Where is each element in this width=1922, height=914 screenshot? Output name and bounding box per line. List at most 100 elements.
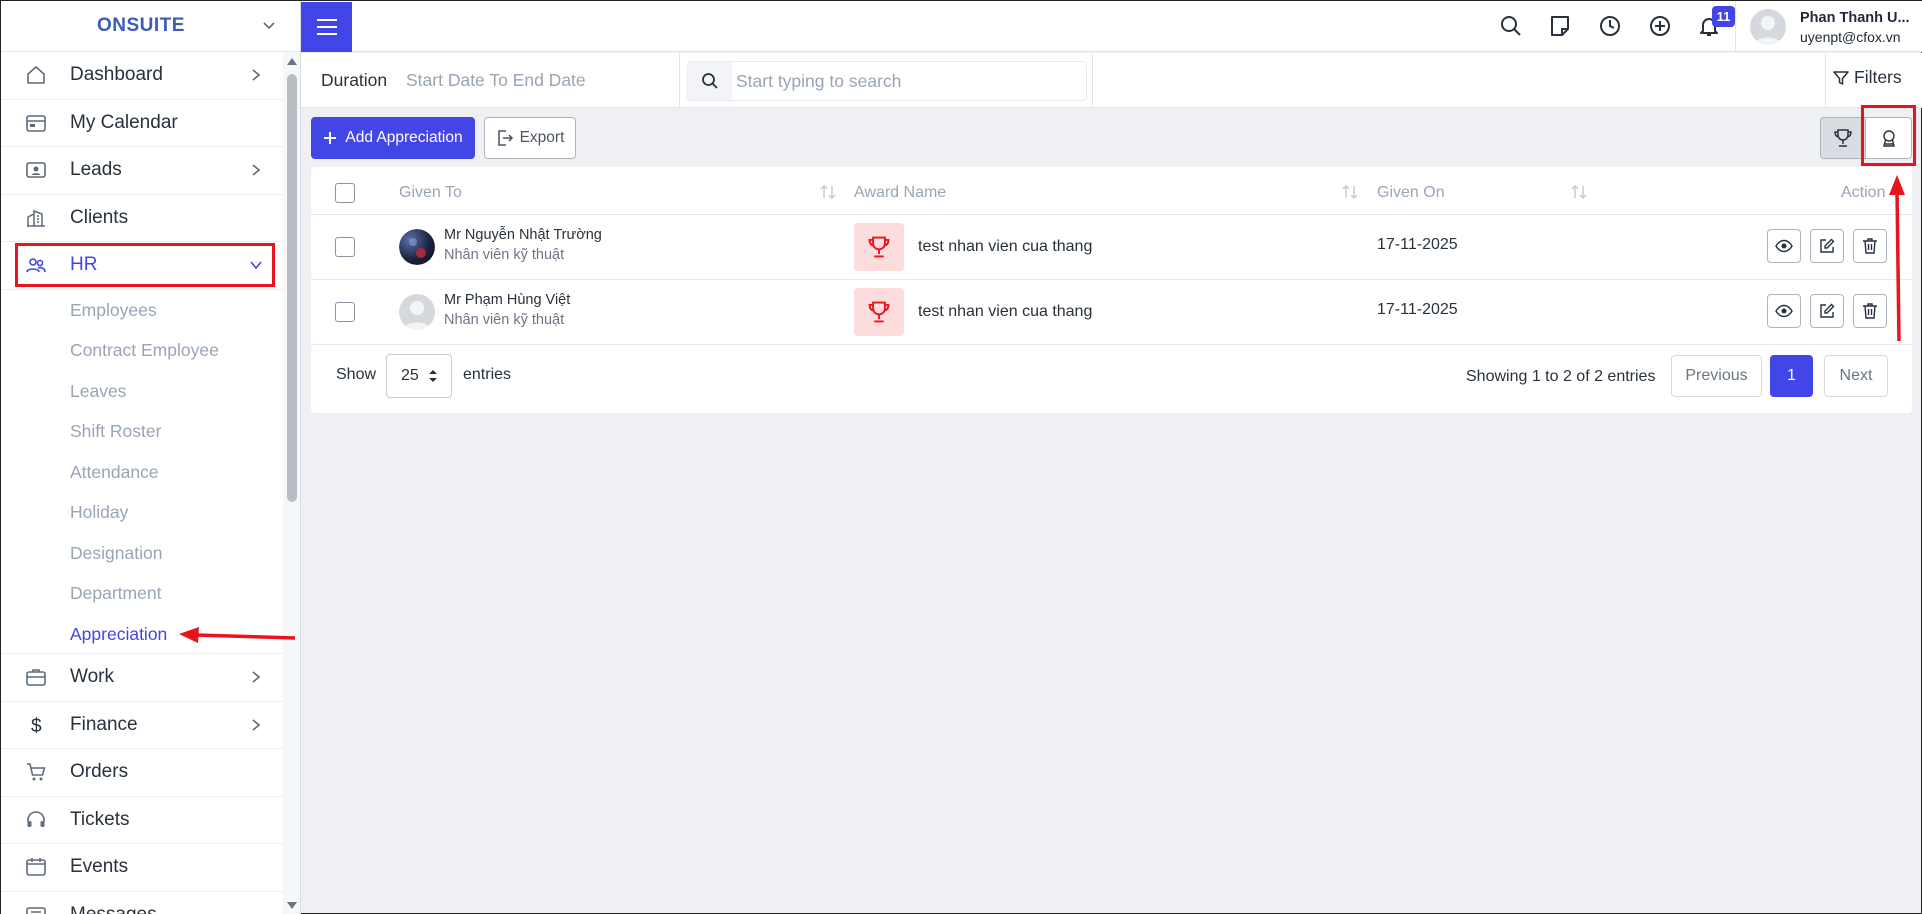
filters-label: Filters [1854,67,1902,87]
sidebar-item-work[interactable]: Work [1,654,283,702]
divider [1092,53,1093,108]
show-label: Show [336,366,377,383]
submenu-item-leaves[interactable]: Leaves [1,371,283,412]
sidebar-item-events[interactable]: Events [1,844,283,892]
add-appreciation-button[interactable]: Add Appreciation [311,117,475,159]
award-name: test nhan vien cua thang [918,303,1093,320]
sidebar: ONSUITE Dashboard My Calendar Leads Clie… [1,1,301,914]
search-icon[interactable] [1499,14,1523,38]
page-number-button[interactable]: 1 [1770,355,1813,397]
page-size-select[interactable]: 25 [386,354,452,398]
previous-page-button[interactable]: Previous [1671,355,1762,397]
sidebar-item-label: HR [70,254,98,276]
given-on-date: 17-11-2025 [1377,236,1458,253]
select-all-checkbox[interactable] [335,183,355,203]
edit-button[interactable] [1810,294,1844,328]
filters-button[interactable]: Filters [1833,67,1902,88]
chevron-right-icon [249,163,263,177]
sort-icon[interactable] [1570,184,1588,200]
sidebar-item-clients[interactable]: Clients [1,195,283,242]
submenu-item-appreciation[interactable]: Appreciation [1,614,283,655]
edit-button[interactable] [1810,229,1844,263]
employee-name[interactable]: Mr Nguyễn Nhật Trường [444,227,602,243]
submenu-item-contract-employee[interactable]: Contract Employee [1,331,283,372]
event-calendar-icon [25,856,47,878]
sidebar-item-messages[interactable]: Messages [1,892,283,914]
submenu-item-holiday[interactable]: Holiday [1,493,283,534]
trophy-icon [866,234,892,260]
brand-header[interactable]: ONSUITE [1,1,300,52]
calendar-icon [25,112,47,134]
view-button[interactable] [1767,229,1801,263]
award-icon-tile [854,288,904,336]
sidebar-scrollbar[interactable] [283,52,300,914]
column-header-award-name[interactable]: Award Name [854,184,946,202]
divider [679,53,680,108]
submenu-item-shift-roster[interactable]: Shift Roster [1,412,283,453]
menu-toggle-button[interactable] [301,2,352,52]
plus-circle-icon[interactable] [1648,14,1672,38]
submenu-item-designation[interactable]: Designation [1,533,283,574]
sidebar-item-dashboard[interactable]: Dashboard [1,52,283,100]
sidebar-item-leads[interactable]: Leads [1,147,283,195]
delete-button[interactable] [1853,294,1887,328]
scroll-down-arrow[interactable] [287,902,297,909]
submenu-item-employees[interactable]: Employees [1,290,283,331]
duration-label: Duration [321,70,388,90]
view-button[interactable] [1767,294,1801,328]
clock-icon[interactable] [1598,14,1622,38]
user-email: uyenpt@cfox.vn [1800,29,1901,45]
next-page-button[interactable]: Next [1824,355,1888,397]
employee-name[interactable]: Mr Phạm Hùng Việt [444,292,570,308]
sort-icon[interactable] [819,184,837,200]
hamburger-icon [316,18,338,36]
avatar[interactable] [399,229,435,265]
sidebar-item-finance[interactable]: $ Finance [1,702,283,749]
hr-submenu: Employees Contract Employee Leaves Shift… [1,290,283,655]
sidebar-item-hr[interactable]: HR [1,242,283,290]
search-box [687,61,1087,101]
sidebar-item-label: My Calendar [70,111,178,133]
sidebar-item-orders[interactable]: Orders [1,749,283,797]
user-name[interactable]: Phan Thanh U... [1800,10,1910,26]
column-header-given-to[interactable]: Given To [399,184,462,202]
sidebar-item-label: Dashboard [70,64,163,86]
sidebar-item-label: Events [70,856,129,878]
award-icon-tile [854,223,904,271]
search-input[interactable] [736,62,1076,100]
award-name: test nhan vien cua thang [918,238,1093,255]
notification-badge: 11 [1712,6,1735,27]
sidebar-item-my-calendar[interactable]: My Calendar [1,100,283,147]
appreciation-view-button[interactable] [1866,117,1912,159]
delete-button[interactable] [1853,229,1887,263]
sort-icon[interactable] [1341,184,1359,200]
submenu-item-attendance[interactable]: Attendance [1,452,283,493]
export-icon [496,129,514,147]
date-range-picker[interactable]: Start Date To End Date [406,70,586,91]
scroll-up-arrow[interactable] [287,58,297,65]
export-button[interactable]: Export [484,117,576,159]
row-checkbox[interactable] [335,237,355,257]
edit-icon [1818,302,1836,320]
chevron-right-icon [249,718,263,732]
trophy-icon [1832,127,1854,149]
sidebar-item-tickets[interactable]: Tickets [1,797,283,844]
sidebar-item-label: Clients [70,206,129,228]
brand-name: ONSUITE [97,15,185,36]
trophy-icon [866,299,892,325]
scroll-thumb[interactable] [287,74,297,502]
avatar[interactable] [399,294,435,330]
column-header-given-on[interactable]: Given On [1377,184,1445,202]
award-view-button[interactable] [1820,117,1866,159]
chevron-down-icon[interactable] [261,18,277,34]
submenu-item-department[interactable]: Department [1,574,283,615]
avatar[interactable] [1750,9,1786,45]
divider [1735,1,1736,52]
sticky-note-icon[interactable] [1548,14,1572,38]
cart-icon [25,761,47,783]
row-checkbox[interactable] [335,302,355,322]
eye-icon [1775,302,1793,320]
edit-icon [1818,237,1836,255]
chevron-right-icon [249,670,263,684]
dollar-icon: $ [25,714,47,736]
